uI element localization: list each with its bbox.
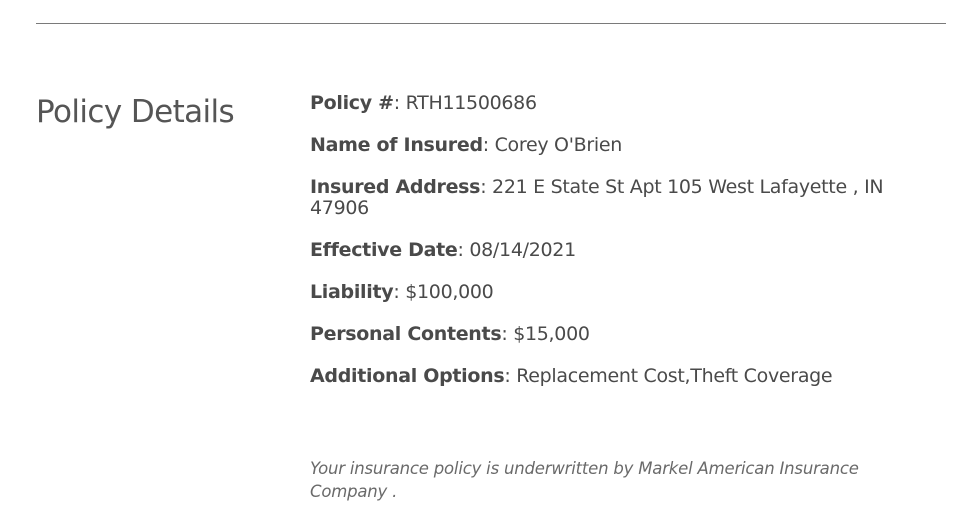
detail-liability: Liability: $100,000 xyxy=(310,282,910,303)
detail-separator: : xyxy=(457,239,470,261)
detail-label: Personal Contents xyxy=(310,323,502,345)
detail-additional-options: Additional Options: Replacement Cost,The… xyxy=(310,366,910,387)
detail-label: Name of Insured xyxy=(310,134,483,156)
detail-value: $100,000 xyxy=(405,281,494,303)
detail-label: Effective Date xyxy=(310,239,458,261)
detail-value: 08/14/2021 xyxy=(469,239,576,261)
detail-separator: : xyxy=(501,323,514,345)
detail-value: RTH11500686 xyxy=(405,92,537,114)
detail-separator: : xyxy=(482,134,495,156)
detail-separator: : xyxy=(480,176,493,198)
detail-value: Corey O'Brien xyxy=(494,134,623,156)
detail-separator: : xyxy=(393,92,406,114)
detail-insured-address: Insured Address: 221 E State St Apt 105 … xyxy=(310,177,910,219)
detail-separator: : xyxy=(393,281,406,303)
section-title: Policy Details xyxy=(36,94,235,130)
top-divider xyxy=(36,23,946,24)
detail-label: Additional Options xyxy=(310,365,505,387)
policy-details-list: Policy #: RTH11500686 Name of Insured: C… xyxy=(310,93,910,408)
detail-value: Replacement Cost,Theft Coverage xyxy=(516,365,833,387)
detail-effective-date: Effective Date: 08/14/2021 xyxy=(310,240,910,261)
detail-policy-number: Policy #: RTH11500686 xyxy=(310,93,910,114)
detail-label: Liability xyxy=(310,281,394,303)
detail-separator: : xyxy=(504,365,517,387)
detail-personal-contents: Personal Contents: $15,000 xyxy=(310,324,910,345)
detail-name-of-insured: Name of Insured: Corey O'Brien xyxy=(310,135,910,156)
detail-label: Insured Address xyxy=(310,176,481,198)
detail-label: Policy # xyxy=(310,92,394,114)
underwriter-note: Your insurance policy is underwritten by… xyxy=(310,459,859,501)
detail-value: $15,000 xyxy=(513,323,590,345)
